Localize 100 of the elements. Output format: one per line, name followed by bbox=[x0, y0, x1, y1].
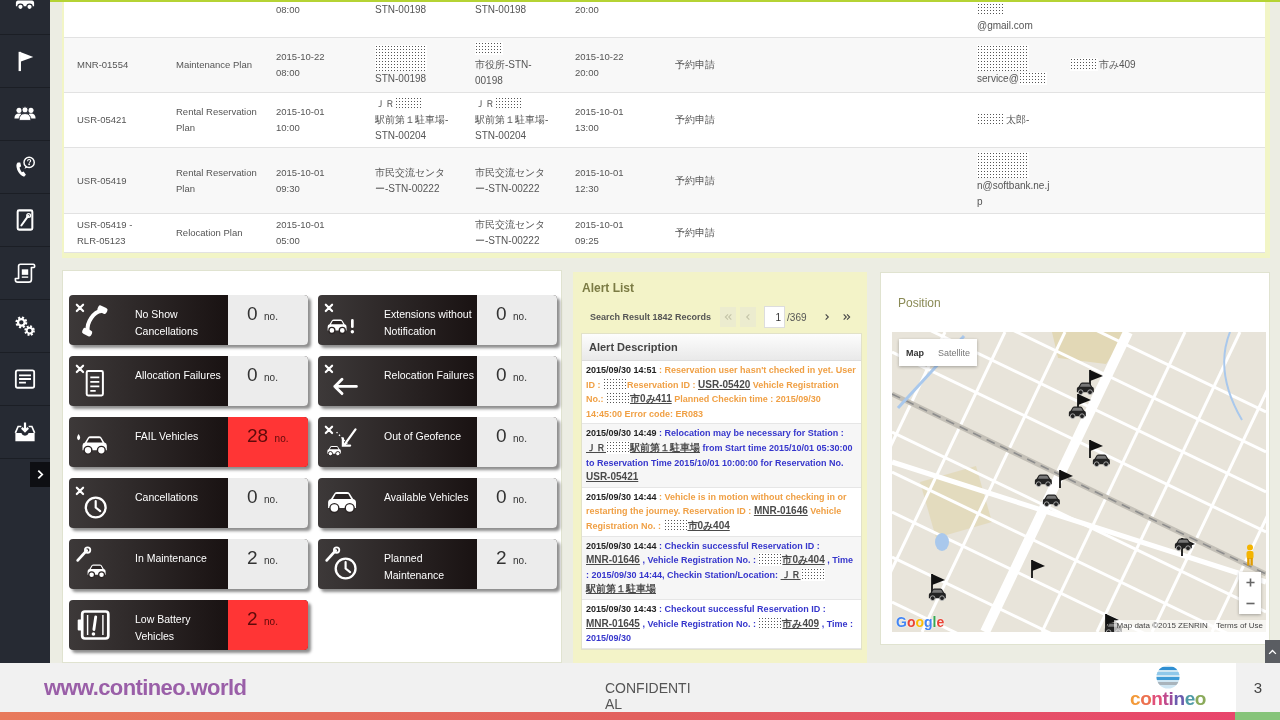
tile-label: Extensions without Notification bbox=[384, 307, 473, 339]
table-cell: STN-00198 bbox=[462, 2, 562, 38]
brand-logo: contineo bbox=[1129, 689, 1206, 708]
link[interactable]: 駅前第１駐車場 bbox=[586, 583, 656, 595]
panel-title: Alert List bbox=[581, 280, 635, 296]
count-value: 0 bbox=[496, 303, 507, 324]
cell-text: ＪＲ bbox=[475, 97, 495, 111]
column-header: Alert Description bbox=[582, 334, 861, 361]
page-total: /369 bbox=[787, 311, 807, 323]
count-value: 2 bbox=[496, 547, 507, 568]
chevron-right-icon bbox=[36, 469, 44, 480]
link[interactable]: USR-05420 bbox=[698, 378, 751, 390]
page-input[interactable]: 1 bbox=[764, 306, 786, 328]
alert-message: 2015/09/30 14:49 : Relocation may be necessary for Station : ＪＲ 駅前第１駐車場 from Start time 2015/10/01 05:30:00 to Reservation Time 2015/10/01 10:00:00 for Reservation No. USR-05421 bbox=[582, 424, 861, 488]
map-type-tab[interactable]: Map bbox=[899, 339, 931, 366]
double-chevron-right-icon bbox=[842, 313, 851, 321]
link[interactable]: 市0み404 bbox=[782, 554, 825, 566]
pegman-icon[interactable] bbox=[1244, 544, 1256, 566]
result-summary: Search Result 1842 Records bbox=[589, 312, 712, 322]
settings-icon bbox=[14, 315, 36, 337]
count-unit: no. bbox=[264, 616, 278, 627]
link[interactable]: 市0み411 bbox=[630, 393, 672, 405]
tile-label: Cancellations bbox=[135, 490, 200, 505]
table-cell: 08:00 bbox=[263, 2, 362, 38]
link[interactable]: 市み409 bbox=[782, 617, 820, 629]
expand-button[interactable] bbox=[30, 462, 50, 487]
cell-text: 太郎- bbox=[1006, 113, 1030, 127]
count-unit: no. bbox=[513, 311, 527, 322]
tile-label: Allocation Failures bbox=[135, 368, 222, 383]
confidential-notice: CONFIDENTIAL bbox=[605, 680, 692, 712]
table-cell: USR-05419 bbox=[64, 147, 163, 214]
chevron-up-icon bbox=[1268, 648, 1277, 655]
map-attribution: Map data ©2015 ZENRIN bbox=[1116, 621, 1208, 631]
globe-logo-icon bbox=[1156, 665, 1180, 689]
cell-text: 駅前第１駐車場-STN-00204 bbox=[475, 113, 550, 143]
map-type-tab[interactable]: Satellite bbox=[931, 339, 978, 366]
link[interactable]: USR-05421 bbox=[586, 471, 639, 483]
link[interactable]: 駅前第１駐車場 bbox=[630, 441, 700, 453]
table-cell: 予約申請 bbox=[662, 37, 964, 93]
table-cell: 市民交流センター-STN-00222 bbox=[362, 147, 462, 214]
zoom-in-button[interactable] bbox=[1239, 572, 1261, 593]
count-value: 0 bbox=[496, 486, 507, 507]
chevron-right-icon bbox=[822, 313, 831, 321]
table-cell: 2015-10-01 05:00 bbox=[263, 213, 362, 253]
tile-label: In Maintenance bbox=[135, 551, 208, 566]
count-unit: no. bbox=[264, 311, 278, 322]
redaction-mask-icon bbox=[1070, 58, 1098, 71]
battery-warning-icon bbox=[75, 607, 111, 643]
count-unit: no. bbox=[274, 433, 289, 444]
table-cell: Maintenance Plan bbox=[163, 37, 263, 93]
link[interactable]: ＪＲ bbox=[586, 441, 606, 453]
tile-label: Relocation Failures bbox=[384, 368, 475, 383]
page-number: 3 bbox=[1252, 679, 1264, 696]
terms-link[interactable]: Terms of Use bbox=[1215, 621, 1263, 631]
inbox-icon bbox=[14, 421, 36, 443]
count-value: 0 bbox=[247, 303, 258, 324]
link[interactable]: MNR-01646 bbox=[753, 505, 808, 517]
tile-label: No Show Cancellations bbox=[135, 307, 200, 339]
website-text: www.contineo.world bbox=[44, 675, 248, 700]
table-cell: 2015-10-22 08:00 bbox=[263, 37, 362, 93]
table-cell: 2015-10-01 09:25 bbox=[562, 213, 662, 253]
table-cell: 予約申請 bbox=[662, 213, 964, 253]
table-cell: 2015-10-22 20:00 bbox=[562, 37, 662, 93]
table-cell: 予約申請 bbox=[662, 147, 964, 214]
count-value: 0 bbox=[496, 425, 507, 446]
count-value: 0 bbox=[247, 364, 258, 385]
table-cell: USR-05421 bbox=[64, 92, 163, 148]
table-cell: 2015-10-01 13:00 bbox=[562, 92, 662, 148]
sidebar-button[interactable] bbox=[0, 0, 50, 35]
link[interactable]: MNR-01645 bbox=[586, 617, 640, 629]
google-logo: Google bbox=[896, 614, 945, 630]
wrench-clock-icon bbox=[324, 546, 360, 582]
cell-text: n@softbank.ne.jp bbox=[977, 179, 1051, 209]
table-cell: MNR-01554 bbox=[64, 37, 163, 93]
link[interactable]: ＪＲ bbox=[780, 568, 801, 580]
count-unit: no. bbox=[513, 494, 527, 505]
table-cell: 2015-10-01 10:00 bbox=[263, 92, 362, 148]
chevron-left-icon bbox=[744, 313, 753, 321]
cell-text: ＪＲ bbox=[375, 97, 395, 111]
table-cell: 市民交流センター-STN-00222 bbox=[462, 147, 562, 214]
cell-text: 市役所-STN-00198 bbox=[475, 58, 533, 88]
cell-text: STN-00198 bbox=[375, 71, 427, 86]
redaction-mask-icon bbox=[375, 44, 427, 71]
count-unit: no. bbox=[513, 555, 527, 566]
tile-label: Planned Maintenance bbox=[384, 551, 446, 583]
count-value: 0 bbox=[247, 486, 258, 507]
scroll-top-button[interactable] bbox=[1265, 640, 1280, 663]
tile-label: Available Vehicles bbox=[384, 490, 470, 505]
table-cell: 市民交流センター-STN-00222 bbox=[462, 213, 562, 253]
redaction-mask-icon bbox=[977, 152, 1029, 178]
tile-label: Out of Geofence bbox=[384, 429, 463, 444]
count-unit: no. bbox=[513, 372, 527, 383]
link[interactable]: 市0み404 bbox=[687, 519, 730, 531]
cell-text: 駅前第１駐車場-STN-00204 bbox=[375, 113, 450, 143]
link[interactable]: MNR-01646 bbox=[586, 554, 640, 566]
table-cell: Rental Reservation Plan bbox=[163, 92, 263, 148]
table-cell: STN-00198 bbox=[362, 2, 462, 38]
count-value: 28 bbox=[247, 425, 269, 446]
table-cell: Rental Reservation Plan bbox=[163, 147, 263, 214]
redaction-mask-icon bbox=[475, 42, 503, 55]
